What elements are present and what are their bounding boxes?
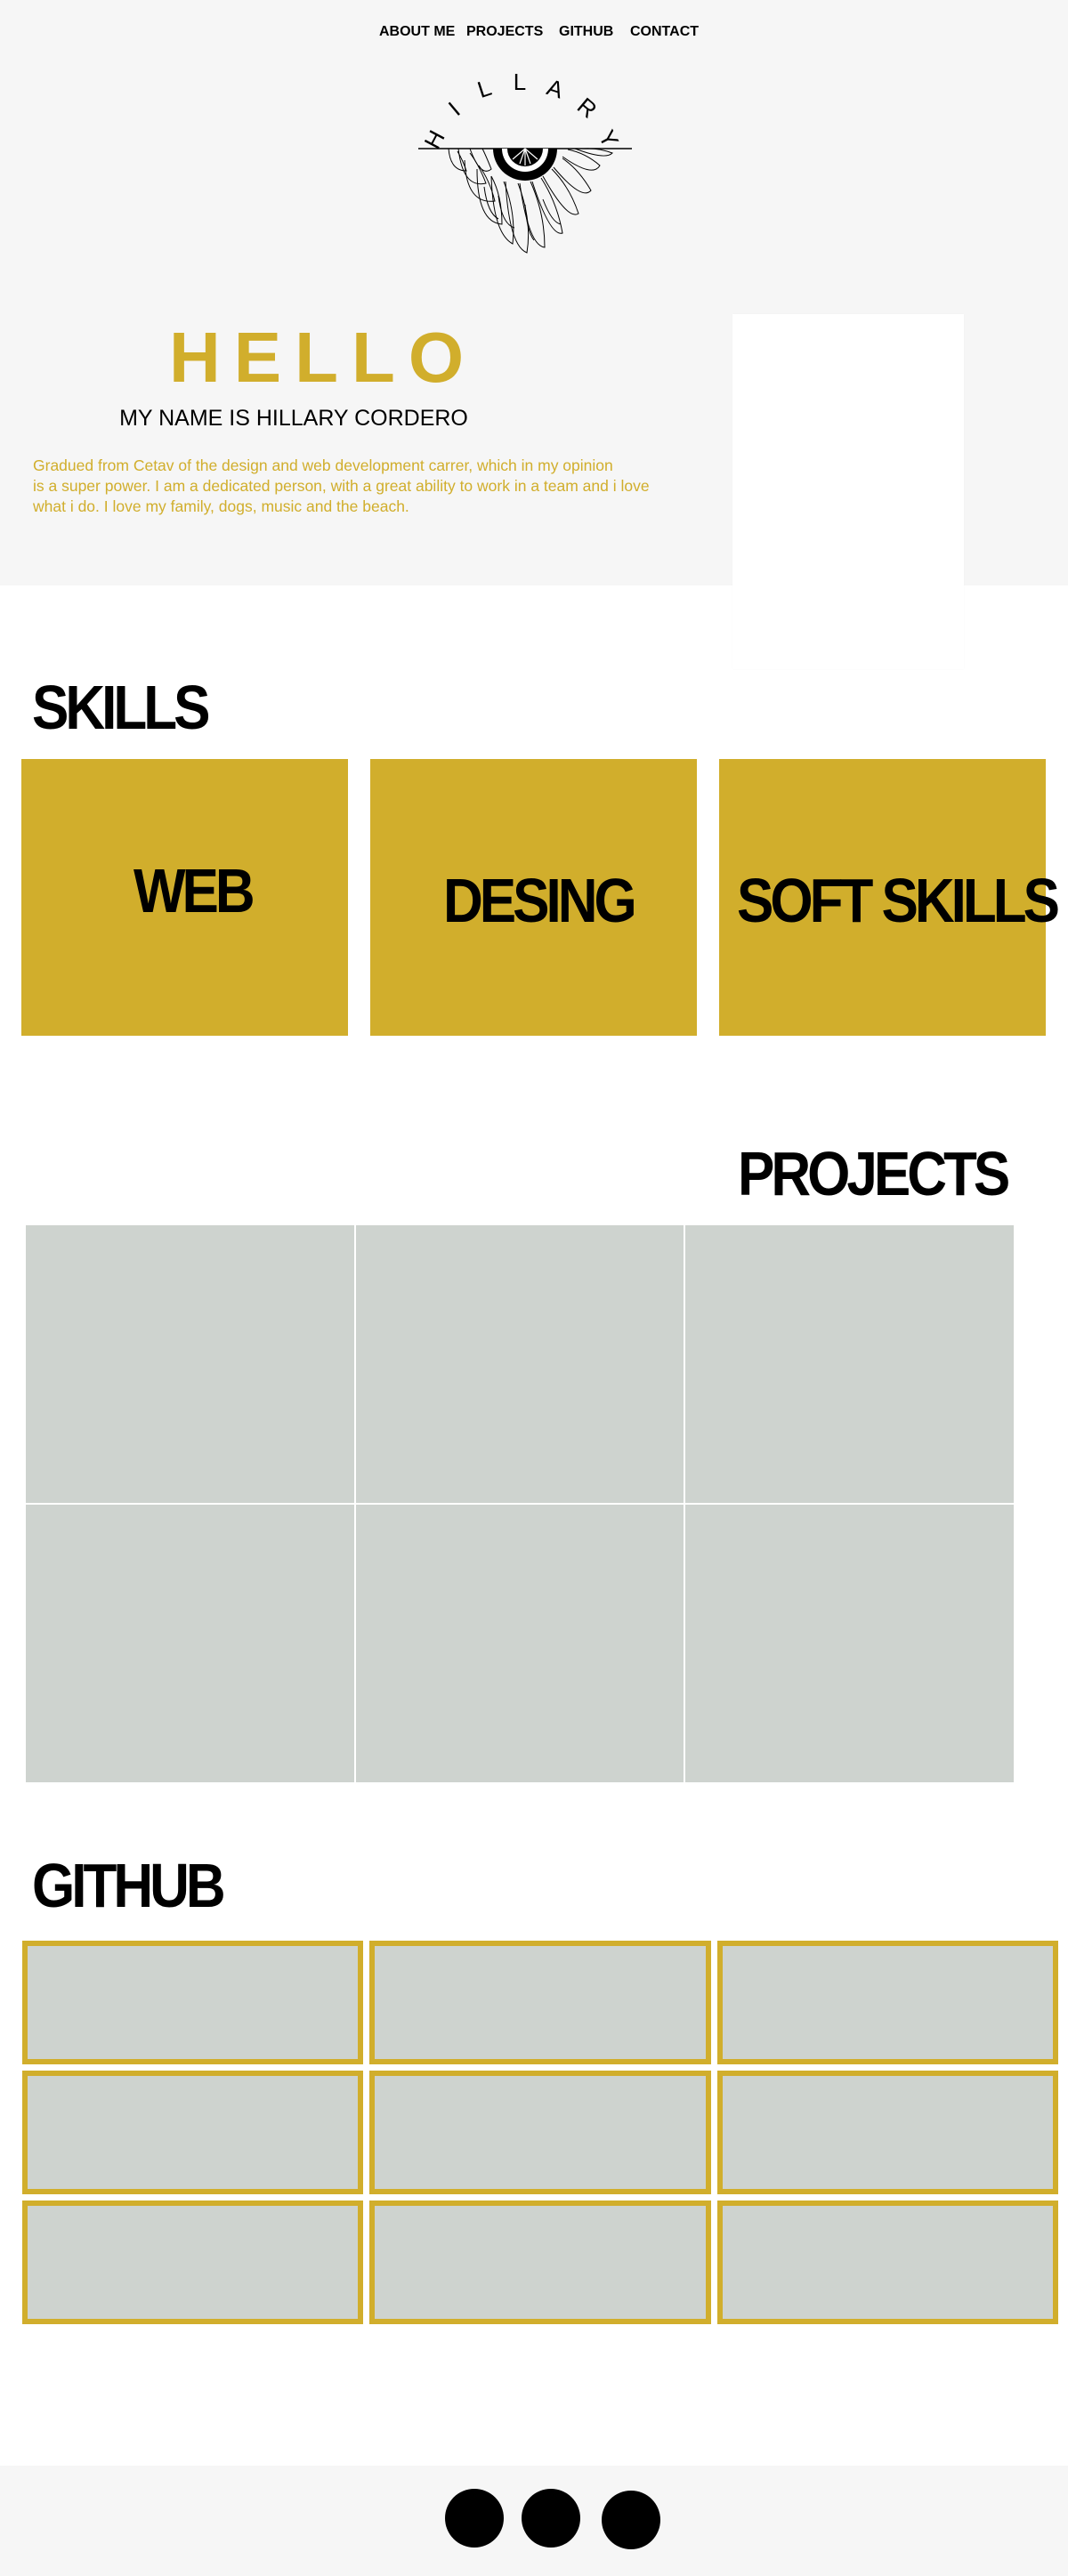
project-tile[interactable]: [26, 1505, 354, 1782]
skill-card-soft-skills[interactable]: SOFT SKILLS: [719, 759, 1060, 1036]
skill-card-desing[interactable]: DESING: [370, 759, 697, 1036]
project-tile[interactable]: [355, 1225, 684, 1503]
project-tile[interactable]: [355, 1505, 684, 1782]
footer: [0, 2466, 1068, 2576]
nav-about-me[interactable]: ABOUT ME: [379, 24, 455, 40]
skills-title: SKILLS: [32, 674, 210, 743]
repo-tile[interactable]: [369, 1941, 711, 2064]
logo-letter: Y: [594, 125, 625, 151]
bio-line: is a super power. I am a dedicated perso…: [33, 477, 650, 495]
project-tile[interactable]: [26, 1225, 354, 1503]
bio-line: what i do. I love my family, dogs, music…: [33, 497, 409, 515]
skill-label: DESING: [443, 867, 637, 936]
nav-projects[interactable]: PROJECTS: [466, 24, 543, 40]
skill-card-web[interactable]: WEB: [21, 759, 348, 1036]
repo-tile[interactable]: [716, 2201, 1058, 2324]
logo-letter: R: [572, 93, 603, 124]
repo-tile[interactable]: [22, 2071, 364, 2194]
project-tile[interactable]: [685, 1505, 1014, 1782]
repo-tile[interactable]: [369, 2201, 711, 2324]
repo-tile[interactable]: [369, 2071, 711, 2194]
nav-github[interactable]: GITHUB: [559, 24, 613, 40]
bio-line: Gradued from Cetav of the design and web…: [33, 456, 613, 474]
logo-letter: I: [443, 96, 465, 121]
github-grid: [22, 1941, 1058, 2324]
repo-tile[interactable]: [716, 2071, 1058, 2194]
nav-contact[interactable]: CONTACT: [630, 24, 699, 40]
skill-label: SOFT SKILLS: [737, 867, 1060, 936]
logo-graphic: H I L L A R Y: [418, 69, 632, 254]
logo-letter: A: [544, 73, 567, 103]
logo-letter: L: [514, 71, 526, 95]
social-icon-2[interactable]: [522, 2489, 580, 2548]
social-icon-1[interactable]: [445, 2489, 504, 2548]
hero-greeting: HELLO: [169, 318, 478, 397]
hero-name: MY NAME IS HILLARY CORDERO: [119, 406, 468, 431]
main-nav: ABOUT ME PROJECTS GITHUB CONTACT: [0, 24, 1068, 44]
social-icon-3[interactable]: [602, 2491, 660, 2549]
hero-bio: Gradued from Cetav of the design and web…: [33, 456, 674, 517]
sunflower-center: [493, 148, 557, 181]
repo-tile[interactable]: [716, 1941, 1058, 2064]
repo-tile[interactable]: [22, 1941, 364, 2064]
projects-grid: [26, 1225, 1014, 1782]
projects-title: PROJECTS: [738, 1140, 1010, 1209]
project-tile[interactable]: [685, 1225, 1014, 1503]
github-title: GITHUB: [32, 1852, 226, 1921]
skill-label: WEB: [134, 857, 255, 926]
logo[interactable]: H I L L A R Y: [409, 69, 641, 258]
logo-letter: L: [474, 74, 495, 103]
repo-tile[interactable]: [22, 2201, 364, 2324]
profile-photo-placeholder: [732, 314, 964, 669]
